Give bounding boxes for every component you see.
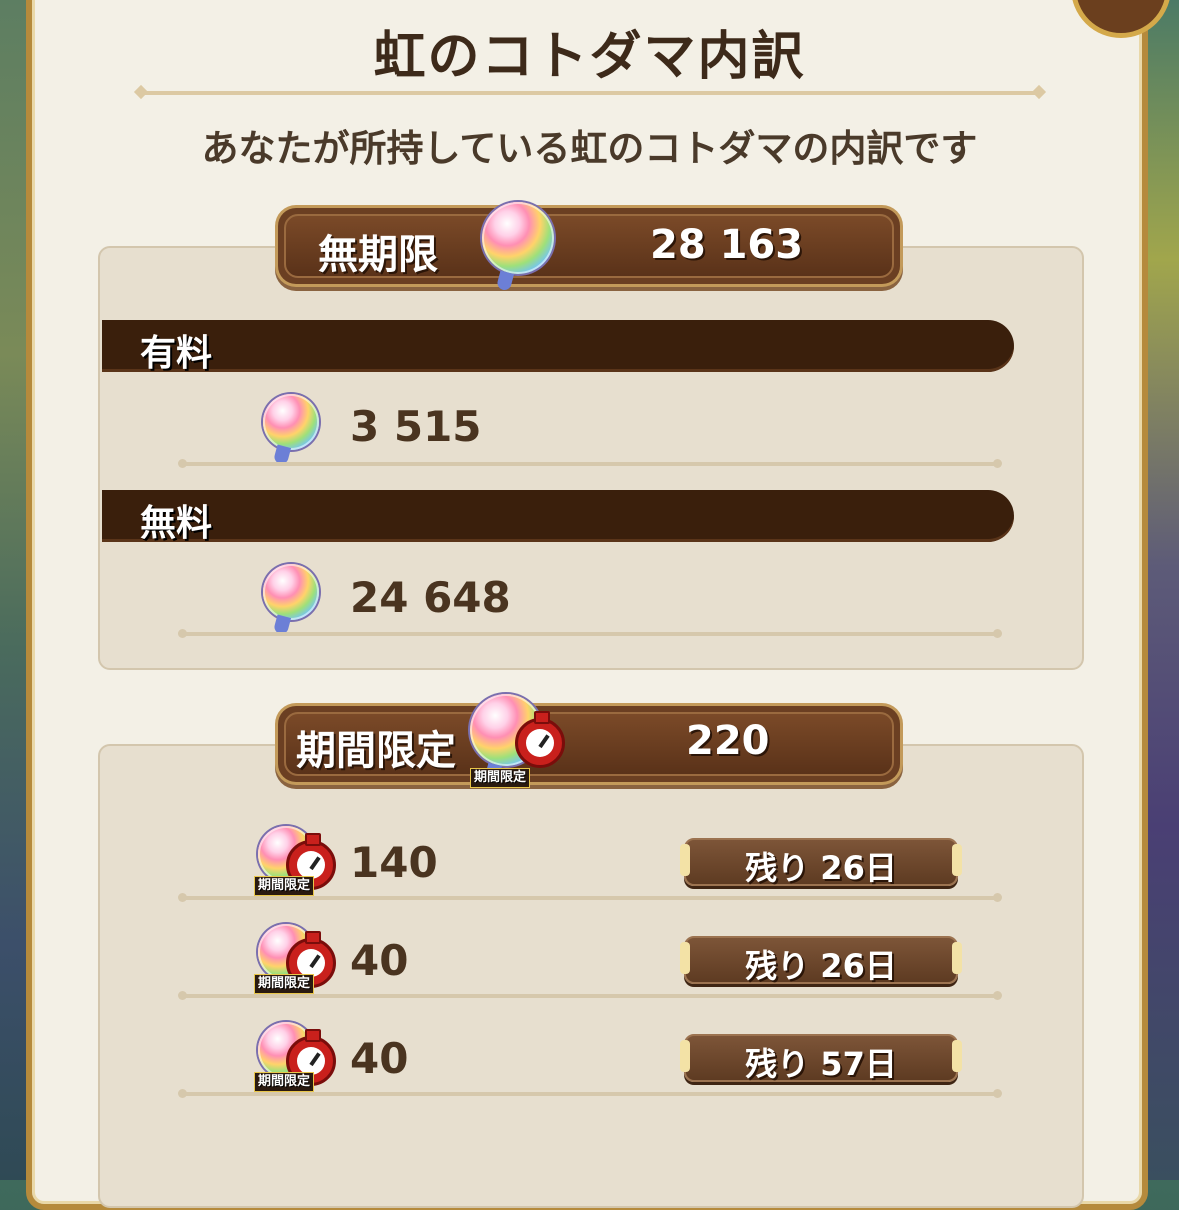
title-divider bbox=[140, 91, 1040, 95]
unlimited-box bbox=[98, 246, 1084, 670]
remaining-days-text: 残り 57日 bbox=[745, 1045, 897, 1083]
rainbow-kotodama-icon bbox=[263, 564, 319, 620]
free-label: 無料 bbox=[140, 503, 213, 544]
stopwatch-icon bbox=[515, 711, 565, 768]
limited-row-value: 40 bbox=[350, 1034, 409, 1083]
row-divider bbox=[178, 991, 1002, 1000]
remaining-days-text: 残り 26日 bbox=[745, 849, 897, 887]
remaining-days-badge: 残り 26日 bbox=[680, 838, 962, 887]
free-value: 24 648 bbox=[350, 573, 511, 622]
limited-label: 期間限定 bbox=[296, 728, 456, 774]
row-divider bbox=[178, 459, 1002, 468]
paid-value: 3 515 bbox=[350, 402, 482, 451]
rainbow-kotodama-icon bbox=[482, 202, 554, 274]
limited-row-value: 140 bbox=[350, 838, 438, 887]
unlimited-total: 28 163 bbox=[650, 222, 804, 268]
paid-section-bar: 有料 bbox=[102, 320, 1014, 374]
unlimited-label: 無期限 bbox=[318, 232, 438, 278]
limited-row-badge: 期間限定 bbox=[254, 974, 315, 994]
row-divider bbox=[178, 1089, 1002, 1098]
page-title: 虹のコトダマ内訳 bbox=[373, 27, 806, 87]
limited-row-value: 40 bbox=[350, 936, 409, 985]
limited-row-badge: 期間限定 bbox=[254, 1072, 315, 1092]
remaining-days-badge: 残り 57日 bbox=[680, 1034, 962, 1083]
row-divider bbox=[178, 893, 1002, 902]
row-divider bbox=[178, 629, 1002, 638]
page-subtitle: あなたが所持している虹のコトダマの内訳です bbox=[201, 127, 978, 170]
paid-label: 有料 bbox=[140, 333, 213, 374]
limited-badge: 期間限定 bbox=[470, 768, 531, 788]
limited-row-badge: 期間限定 bbox=[254, 876, 315, 896]
background-right bbox=[1143, 0, 1179, 1180]
free-section-bar: 無料 bbox=[102, 490, 1014, 544]
remaining-days-badge: 残り 26日 bbox=[680, 936, 962, 985]
limited-total: 220 bbox=[686, 718, 770, 764]
rainbow-kotodama-icon bbox=[263, 394, 319, 450]
remaining-days-text: 残り 26日 bbox=[745, 947, 897, 985]
